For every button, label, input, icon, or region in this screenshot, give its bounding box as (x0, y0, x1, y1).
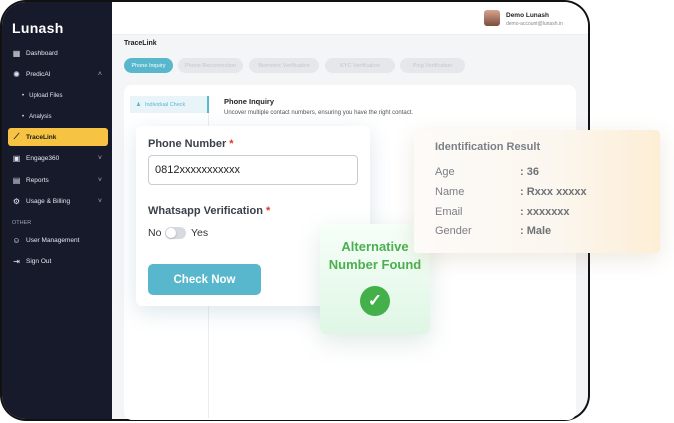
check-circle-icon: ✓ (360, 286, 390, 316)
report-icon: ▤ (12, 175, 21, 185)
required-mark: * (265, 205, 271, 217)
sidebar-item-predicai[interactable]: ✺ PredicAI ˄ (8, 65, 108, 83)
user-icon: ☺ (12, 235, 21, 245)
sidebar-item-usage-billing[interactable]: ⚙ Usage & Billing ˅ (8, 192, 108, 210)
top-bar: Demo Lunash demo-account@lunash.in (112, 2, 588, 35)
toggle-knob (166, 228, 176, 238)
sidebar-item-label: Usage & Billing (26, 197, 71, 205)
section-description: Uncover multiple contact numbers, ensuri… (224, 110, 414, 116)
tab-phone-reconnection[interactable]: Phone Reconnection (178, 58, 243, 73)
result-key-gender: Gender (435, 225, 472, 237)
result-value-name: : Rxxx xxxxx (520, 186, 587, 198)
section-label-other: OTHER (12, 220, 32, 226)
result-key-email: Email (435, 206, 463, 218)
chevron-up-icon: ˄ (97, 70, 102, 78)
sidebar-subitem-upload-files[interactable]: Upload Files (22, 93, 62, 99)
phone-number-input[interactable] (148, 155, 358, 185)
result-value-gender: : Male (520, 225, 552, 237)
tab-phone-inquiry[interactable]: Phone Inquiry (124, 58, 173, 73)
tab-individual-check[interactable]: ♟ Individual Check (130, 96, 209, 113)
phone-number-label: Phone Number * (148, 138, 234, 150)
ai-icon: ✺ (13, 69, 20, 79)
chevron-down-icon: ˅ (97, 176, 102, 184)
result-key-name: Name (435, 186, 465, 198)
sidebar-item-label: Engage360 (26, 154, 60, 162)
engage-icon: ▣ (12, 153, 21, 163)
chevron-down-icon: ˅ (97, 197, 102, 205)
brand-logo: Lunash (12, 20, 64, 36)
sidebar-item-user-management[interactable]: ☺ User Management (8, 231, 108, 249)
sidebar-subitem-analysis[interactable]: Analysis (22, 114, 51, 120)
tab-biometric-verification[interactable]: Biometric Verification (249, 58, 319, 73)
sidebar-item-sign-out[interactable]: ⇥ Sign Out (8, 252, 108, 270)
sidebar-item-tracelink[interactable]: ⟋ TraceLink (8, 128, 108, 146)
sign-out-icon: ⇥ (13, 256, 20, 266)
sidebar-item-label: Dashboard (26, 49, 58, 57)
section-title: Phone Inquiry (224, 97, 275, 106)
label-text: Whatsapp Verification (148, 205, 263, 217)
grid-icon: ▦ (12, 48, 21, 58)
whatsapp-verification-label: Whatsapp Verification * (148, 205, 270, 217)
page-title: TraceLink (124, 40, 157, 47)
sidebar-item-label: Sign Out (26, 257, 52, 265)
required-mark: * (229, 138, 234, 150)
sidebar-item-label: TraceLink (26, 133, 57, 141)
trend-icon: ⟋ (13, 132, 20, 141)
label-text: Phone Number (148, 138, 227, 150)
sidebar-item-reports[interactable]: ▤ Reports ˅ (8, 171, 108, 189)
sidebar: Lunash ▦ Dashboard ✺ PredicAI ˄ Upload F… (2, 2, 112, 419)
check-now-button[interactable]: Check Now (148, 264, 261, 295)
toggle-no-label: No (148, 227, 162, 239)
user-name: Demo Lunash (506, 12, 549, 19)
sidebar-item-dashboard[interactable]: ▦ Dashboard (8, 44, 108, 62)
sidebar-item-label: User Management (26, 236, 80, 244)
tab-ping-verification[interactable]: Ping Verification (400, 58, 465, 73)
sidebar-item-engage360[interactable]: ▣ Engage360 ˅ (8, 149, 108, 167)
identification-result-card: Identification Result Age : 36 Name : Rx… (414, 130, 660, 253)
sidebar-item-label: PredicAI (26, 70, 51, 78)
whatsapp-toggle[interactable] (165, 227, 186, 239)
user-email: demo-account@lunash.in (506, 21, 563, 27)
gear-icon: ⚙ (12, 196, 21, 206)
toggle-yes-label: Yes (191, 227, 209, 239)
chevron-down-icon: ˅ (97, 154, 102, 162)
user-icon: ♟ (136, 101, 141, 108)
avatar[interactable] (484, 10, 500, 26)
result-value-age: : 36 (520, 166, 539, 178)
result-title: Identification Result (435, 141, 541, 153)
result-value-email: : xxxxxxx (520, 206, 570, 218)
result-key-age: Age (435, 166, 455, 178)
sidebar-item-label: Reports (26, 176, 49, 184)
tab-label: Individual Check (144, 101, 186, 108)
tab-kyc-verification[interactable]: KYC Verification (325, 58, 395, 73)
